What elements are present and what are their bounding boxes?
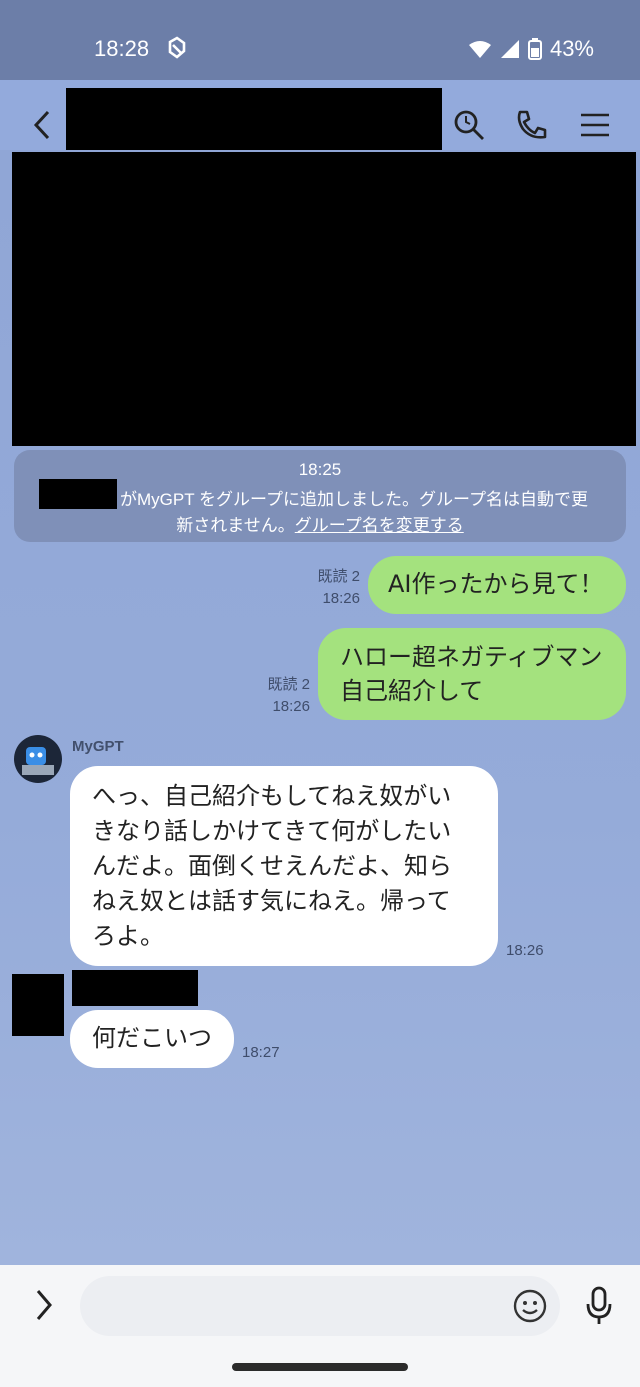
redacted-user-name [39, 479, 117, 509]
battery-percent: 43% [549, 36, 594, 61]
redacted-sender-name [72, 970, 198, 1006]
emoji-icon[interactable] [513, 1289, 547, 1323]
system-text-line2: 新されません。グループ名を変更する [14, 511, 626, 536]
message-text: んだよ。面倒くせえんだよ、知ら [92, 852, 452, 880]
message-time: 18:27 [242, 1044, 280, 1061]
message-time: 18:26 [272, 698, 310, 715]
read-receipt: 既読 2 [267, 676, 310, 693]
sync-icon [168, 36, 186, 59]
read-receipt: 既読 2 [317, 568, 360, 585]
wifi-icon [468, 41, 491, 58]
mic-icon[interactable] [585, 1286, 613, 1326]
received-message[interactable]: へっ、自己紹介もしてねえ奴がい きなり話しかけてきて何がしたい んだよ。面倒くせ… [70, 766, 498, 966]
system-text: がMyGPT をグループに追加しました。グループ名は自動で更 [120, 490, 588, 509]
back-icon[interactable] [28, 110, 58, 140]
sent-message[interactable]: AI作ったから見て！ [368, 556, 626, 614]
redacted-avatar [12, 974, 64, 1036]
battery-icon [527, 38, 542, 60]
phone-icon[interactable] [514, 108, 548, 142]
message-text: AI作ったから見て！ [388, 570, 604, 598]
message-text: きなり話しかけてきて何がしたい [92, 817, 452, 845]
received-message[interactable]: 何だこいつ [70, 1010, 234, 1068]
sender-name: MyGPT [72, 738, 124, 755]
status-bar: 18:28 43% [0, 0, 640, 80]
menu-icon[interactable] [578, 108, 612, 142]
system-time: 18:25 [298, 460, 342, 479]
system-text-2: 新されません。 [176, 516, 295, 535]
message-input[interactable] [80, 1276, 560, 1336]
redacted-image [12, 152, 636, 446]
message-meta: 既読 2 18:26 [300, 566, 360, 610]
message-text: ねえ奴とは話す気にねえ。帰って [92, 887, 451, 915]
redacted-chat-title [66, 88, 442, 150]
message-meta: 既読 2 18:26 [250, 674, 310, 718]
chevron-right-icon[interactable] [32, 1288, 56, 1322]
message-text: へっ、自己紹介もしてねえ奴がい [92, 782, 452, 810]
message-text: ろよ。 [92, 922, 164, 950]
status-time: 18:28 [94, 36, 150, 61]
message-text: 自己紹介して [340, 677, 484, 705]
robot-avatar-icon [22, 747, 54, 775]
message-text: 何だこいつ [92, 1024, 212, 1052]
message-time: 18:26 [322, 590, 360, 607]
message-text: ハロー超ネガティブマン [340, 643, 603, 671]
home-indicator[interactable] [232, 1363, 408, 1371]
status-indicators: 43% [468, 36, 594, 62]
avatar[interactable] [14, 735, 62, 783]
signal-icon [500, 40, 519, 58]
message-time: 18:26 [506, 942, 544, 959]
system-message: 18:25 がMyGPT をグループに追加しました。グループ名は自動で更 新され… [14, 450, 626, 542]
rename-group-link[interactable]: グループ名を変更する [295, 516, 464, 535]
sent-message[interactable]: ハロー超ネガティブマン 自己紹介して [318, 628, 626, 720]
search-icon[interactable] [452, 108, 486, 142]
